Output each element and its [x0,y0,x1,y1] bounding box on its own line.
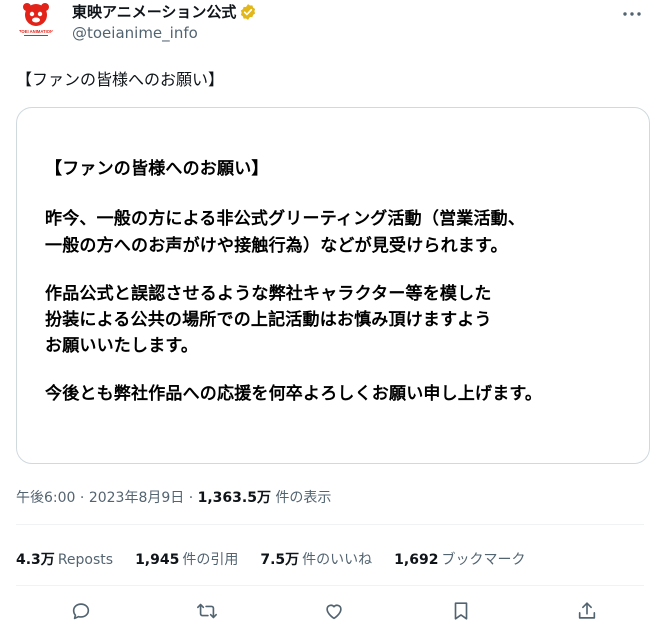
stat-number: 7.5万 [260,552,300,568]
image-text-line: 扮装による公共の場所での上記活動はお慎み頂けますよう [45,310,492,330]
bookmarks-stat[interactable]: 1,692 ブックマーク [394,549,525,569]
more-icon [623,12,641,16]
bookmark-icon [454,602,468,620]
stat-number: 1,692 [394,552,439,568]
avatar-logo-text: TOEI ANIMATION [19,29,53,34]
reply-button[interactable] [68,598,94,624]
image-text-line: 今後とも弊社作品への応援を何卒よろしくお願い申し上げます。 [45,384,543,404]
toei-logo-icon: TOEI ANIMATION [19,3,53,36]
divider [16,524,644,525]
image-text-line: お願いいたします。 [45,336,199,356]
stats-row: 4.3万 Reposts 1,945 件の引用 7.5万 件のいいね 1,692 ブック… [16,549,547,569]
stat-label: 件の引用 [182,552,239,568]
like-button[interactable] [321,598,347,624]
image-text-line: 【ファンの皆様へのお願い】 [45,159,269,179]
handle[interactable]: @toeianime_info [72,24,198,42]
stat-number: 1,945 [135,552,180,568]
action-bar [16,598,644,626]
tweet-date[interactable]: 2023年8月9日 [89,490,184,506]
divider [16,585,644,586]
stat-label: ブックマーク [441,552,526,568]
display-name[interactable]: 東映アニメーション公式 [72,1,236,22]
views-count: 1,363.5万 [197,490,271,506]
avatar[interactable]: TOEI ANIMATION [16,0,56,40]
bookmark-button[interactable] [448,598,474,624]
verified-badge-icon [241,3,256,20]
stat-label: 件のいいね [302,552,373,568]
tweet-time[interactable]: 午後6:00 [16,490,75,506]
views-label: 件の表示 [275,490,332,506]
more-options-button[interactable] [620,2,644,26]
tweet-header: TOEI ANIMATION 東映アニメーション公式 @toeianime_in… [16,0,644,50]
reposts-stat[interactable]: 4.3万 Reposts [16,549,113,569]
tweet-image[interactable]: 【ファンの皆様へのお願い】 昨今、一般の方による非公式グリーティング活動（営業活… [16,107,650,464]
quotes-stat[interactable]: 1,945 件の引用 [135,549,238,569]
stat-label: Reposts [57,552,114,568]
like-icon [326,604,342,620]
tweet-meta: 午後6:00 · 2023年8月9日 · 1,363.5万 件の表示 [16,487,331,507]
tweet-text: 【ファンの皆様へのお願い】 [16,70,225,89]
image-text-line: 作品公式と誤認させるような弊社キャラクター等を模した [45,284,492,304]
image-text-line: 昨今、一般の方による非公式グリーティング活動（営業活動、 [45,209,526,229]
repost-button[interactable] [194,598,220,624]
name-row: 東映アニメーション公式 [72,1,257,22]
reply-icon [72,603,90,620]
share-icon [578,602,596,619]
image-text-line: 一般の方へのお声がけや接触行為）などが見受けられます。 [45,236,508,256]
likes-stat[interactable]: 7.5万 件のいいね [260,549,372,569]
repost-icon [197,603,217,619]
stat-number: 4.3万 [16,552,55,568]
share-button[interactable] [574,598,600,624]
